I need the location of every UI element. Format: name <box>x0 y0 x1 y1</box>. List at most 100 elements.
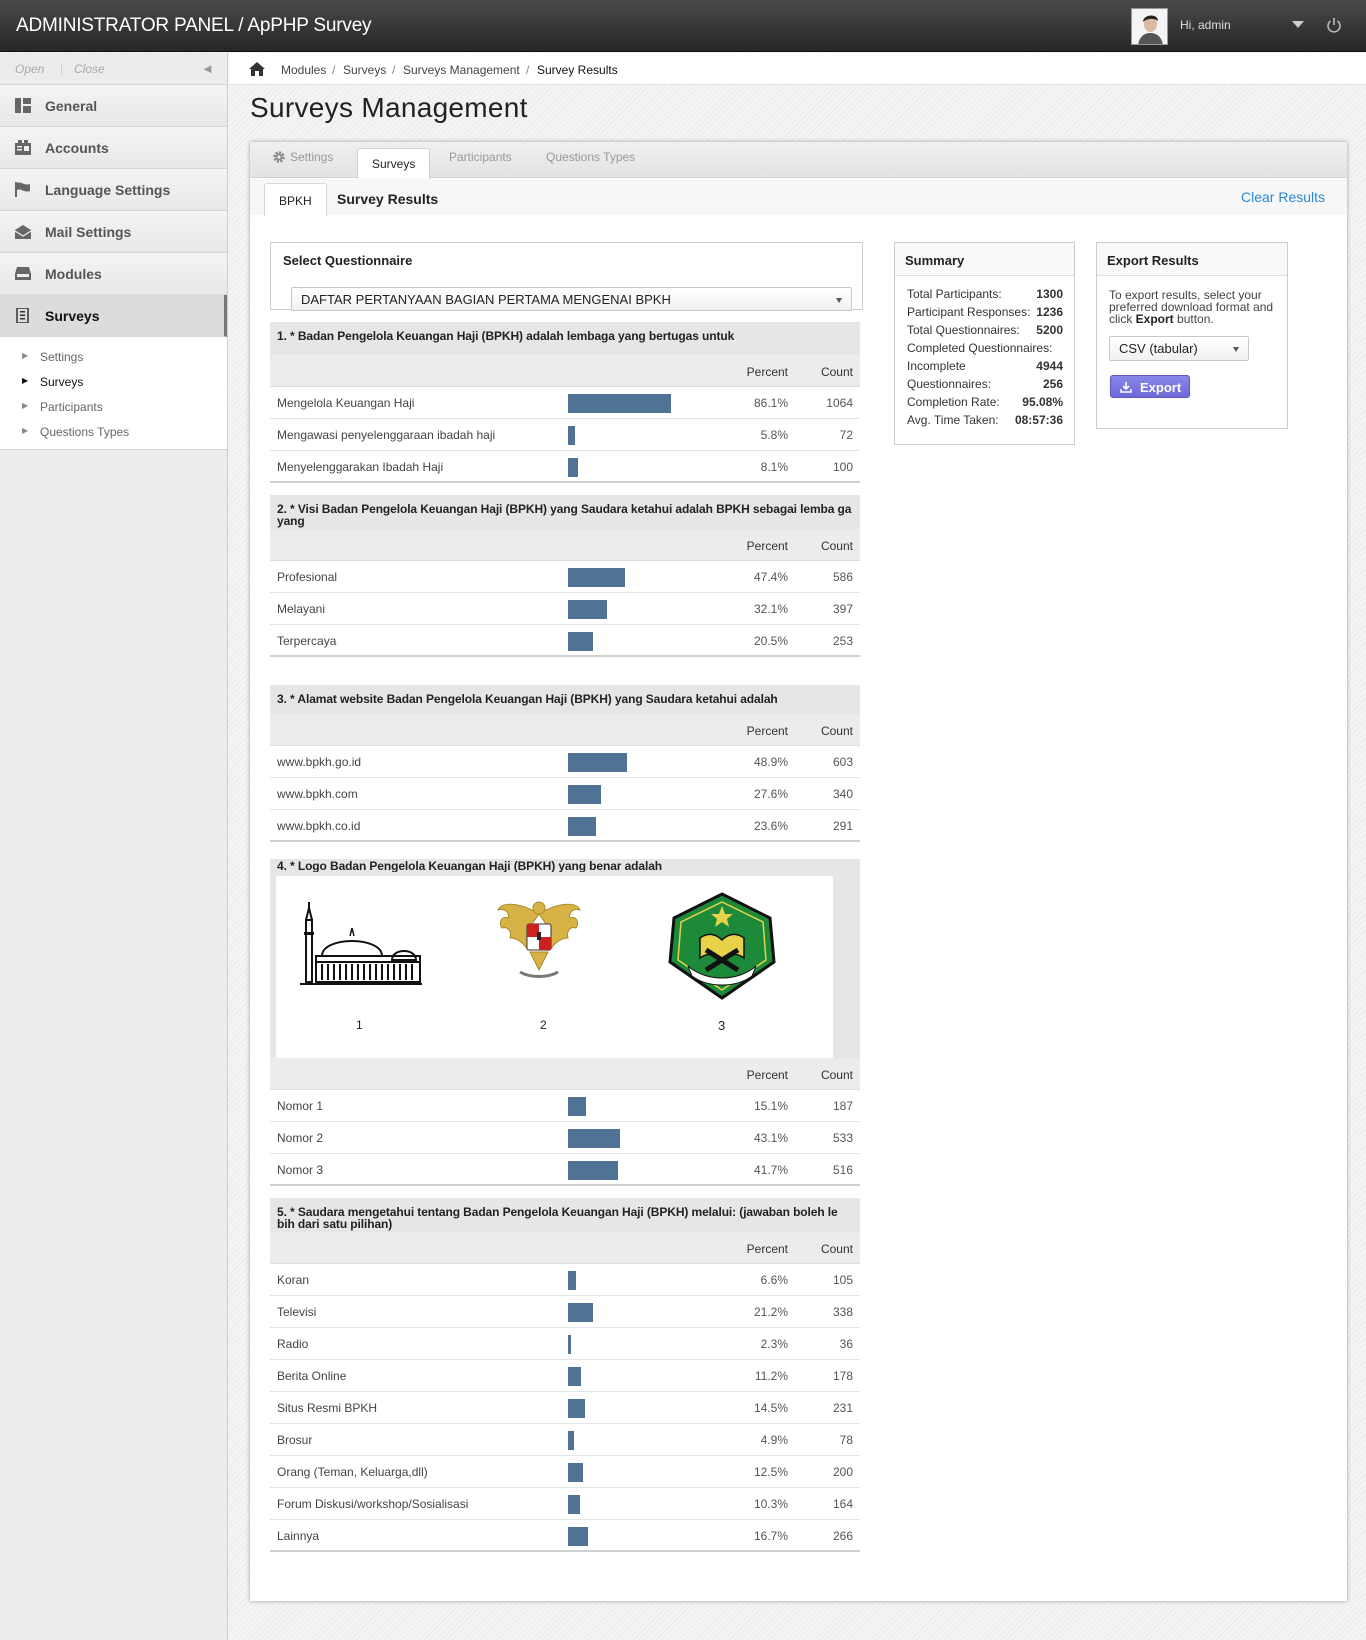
submenu-item-label: Surveys <box>40 375 84 389</box>
summary-row: Completion Rate: 95.08% <box>895 392 1074 410</box>
modules-icon <box>15 267 31 280</box>
gear-icon <box>273 151 285 163</box>
summary-row: Completed Questionnaires: <box>895 338 1074 356</box>
user-avatar[interactable] <box>1131 8 1168 45</box>
answer-percent: 20.5% <box>753 634 788 648</box>
export-format-select[interactable]: CSV (tabular) <box>1109 336 1249 361</box>
submenu-item-settings[interactable]: ▶ Settings <box>0 345 227 370</box>
answer-row: Profesional 47.4% 586 <box>270 561 860 593</box>
tab-participants[interactable]: Participants <box>449 150 512 164</box>
mail-icon <box>15 225 31 239</box>
triangle-right-icon: ▶ <box>22 376 29 385</box>
sidebar-item-surveys[interactable]: Surveys <box>0 295 227 337</box>
submenu-item-questions-types[interactable]: ▶ Questions Types <box>0 420 227 445</box>
answer-percent: 16.7% <box>753 1529 788 1543</box>
breadcrumb-separator: / <box>392 63 396 77</box>
main-card: Settings Surveys Participants Questions … <box>250 142 1347 1601</box>
question-block-5: 5. * Saudara mengetahui tentang Badan Pe… <box>270 1198 860 1552</box>
sidebar-close-link[interactable]: Close <box>74 62 105 76</box>
logo-number: 1 <box>356 1018 363 1032</box>
chevron-down-icon <box>836 298 842 303</box>
submenu-item-participants[interactable]: ▶ Participants <box>0 395 227 420</box>
sidebar-item-mail-settings[interactable]: Mail Settings <box>0 211 227 253</box>
table-header: Percent Count <box>270 714 860 746</box>
answer-label: Televisi <box>277 1305 317 1319</box>
sidebar-open-link[interactable]: Open <box>15 62 44 76</box>
breadcrumb-modules[interactable]: Modules <box>281 63 326 77</box>
percent-bar <box>568 1303 593 1322</box>
submenu-item-surveys[interactable]: ▶ Surveys <box>0 370 227 395</box>
answer-percent: 10.3% <box>753 1497 788 1511</box>
answer-count: 253 <box>832 634 853 648</box>
count-header: Count <box>820 365 853 379</box>
sidebar-item-general[interactable]: General <box>0 85 227 127</box>
breadcrumb-surveys[interactable]: Surveys <box>343 63 386 77</box>
answer-label: www.bpkh.com <box>277 787 358 801</box>
answer-row: Mengawasi penyelenggaraan ibadah haji 5.8… <box>270 419 860 451</box>
percent-bar <box>568 1431 574 1450</box>
flag-icon <box>15 182 30 197</box>
export-button[interactable]: Export <box>1110 375 1190 398</box>
percent-bar <box>568 1463 583 1482</box>
answer-count: 291 <box>832 819 853 833</box>
export-text-after: button. <box>1173 312 1214 326</box>
count-header: Count <box>820 539 853 553</box>
answer-row: www.bpkh.com 27.6% 340 <box>270 778 860 810</box>
answer-count: 340 <box>832 787 853 801</box>
breadcrumb-surveys-management[interactable]: Surveys Management <box>403 63 520 77</box>
home-icon[interactable] <box>248 61 266 77</box>
question-block-4: 4. * Logo Badan Pengelola Keuangan Haji … <box>270 859 860 1186</box>
user-menu-chevron-down-icon[interactable] <box>1292 21 1304 28</box>
answer-count: 533 <box>832 1131 853 1145</box>
sidebar-item-label: Accounts <box>45 140 109 156</box>
percent-bar <box>568 753 627 772</box>
export-title: Export Results <box>1097 243 1287 276</box>
answer-label: Berita Online <box>277 1369 347 1383</box>
answer-count: 603 <box>832 755 853 769</box>
sidebar-item-language-settings[interactable]: Language Settings <box>0 169 227 211</box>
breadcrumb-survey-results: Survey Results <box>537 63 618 77</box>
count-header: Count <box>820 1242 853 1256</box>
sidebar-item-modules[interactable]: Modules <box>0 253 227 295</box>
breadcrumb-separator: / <box>332 63 336 77</box>
answer-count: 397 <box>832 602 853 616</box>
percent-bar <box>568 1527 588 1546</box>
percent-header: Percent <box>746 539 788 553</box>
percent-bar <box>568 785 601 804</box>
table-header: Percent Count <box>270 355 860 387</box>
summary-label: Questionnaires: <box>907 377 992 391</box>
answer-row: Lainnya 16.7% 266 <box>270 1520 860 1552</box>
tab-surveys[interactable]: Surveys <box>357 148 431 179</box>
question-heading: 3. * Alamat website Badan Pengelola Keua… <box>270 685 860 714</box>
logo-options: 1 2 3 <box>270 872 860 1058</box>
percent-bar <box>568 394 671 413</box>
tab-settings[interactable]: Settings <box>272 150 333 164</box>
answer-row: Nomor 2 43.1% 533 <box>270 1122 860 1154</box>
user-greeting[interactable]: Hi, admin <box>1180 18 1231 32</box>
answer-row: Menyelenggarakan Ibadah Haji 8.1% 100 <box>270 451 860 483</box>
answer-row: Radio 2.3% 36 <box>270 1328 860 1360</box>
summary-value: 256 <box>1042 377 1063 391</box>
clear-results-link[interactable]: Clear Results <box>1241 189 1325 205</box>
summary-row: Participant Responses: 1236 <box>895 302 1074 320</box>
sidebar-item-label: General <box>45 98 98 114</box>
answer-label: Orang (Teman, Keluarga,dll) <box>277 1465 428 1479</box>
subtab-bpkh[interactable]: BPKH <box>264 183 327 216</box>
questionnaire-select[interactable]: DAFTAR PERTANYAAN BAGIAN PERTAMA MENGENA… <box>291 287 852 311</box>
sidebar-item-label: Surveys <box>45 308 100 324</box>
tab-questions-types[interactable]: Questions Types <box>546 150 635 164</box>
answer-count: 164 <box>832 1497 853 1511</box>
sidebar-item-accounts[interactable]: Accounts <box>0 127 227 169</box>
power-icon[interactable] <box>1326 16 1342 34</box>
answer-row: Koran 6.6% 105 <box>270 1264 860 1296</box>
select-questionnaire-title: Select Questionnaire <box>283 253 413 268</box>
table-header: Percent Count <box>270 1232 860 1264</box>
summary-label: Completion Rate: <box>907 395 1000 409</box>
export-format-value: CSV (tabular) <box>1119 341 1198 356</box>
percent-bar <box>568 1097 586 1116</box>
pin-arrow-icon[interactable]: ◄ <box>201 61 214 76</box>
summary-label: Participant Responses: <box>907 305 1031 319</box>
summary-label: Total Participants: <box>907 287 1002 301</box>
answer-percent: 23.6% <box>753 819 788 833</box>
tab-bar: Settings Surveys Participants Questions … <box>250 142 1347 179</box>
